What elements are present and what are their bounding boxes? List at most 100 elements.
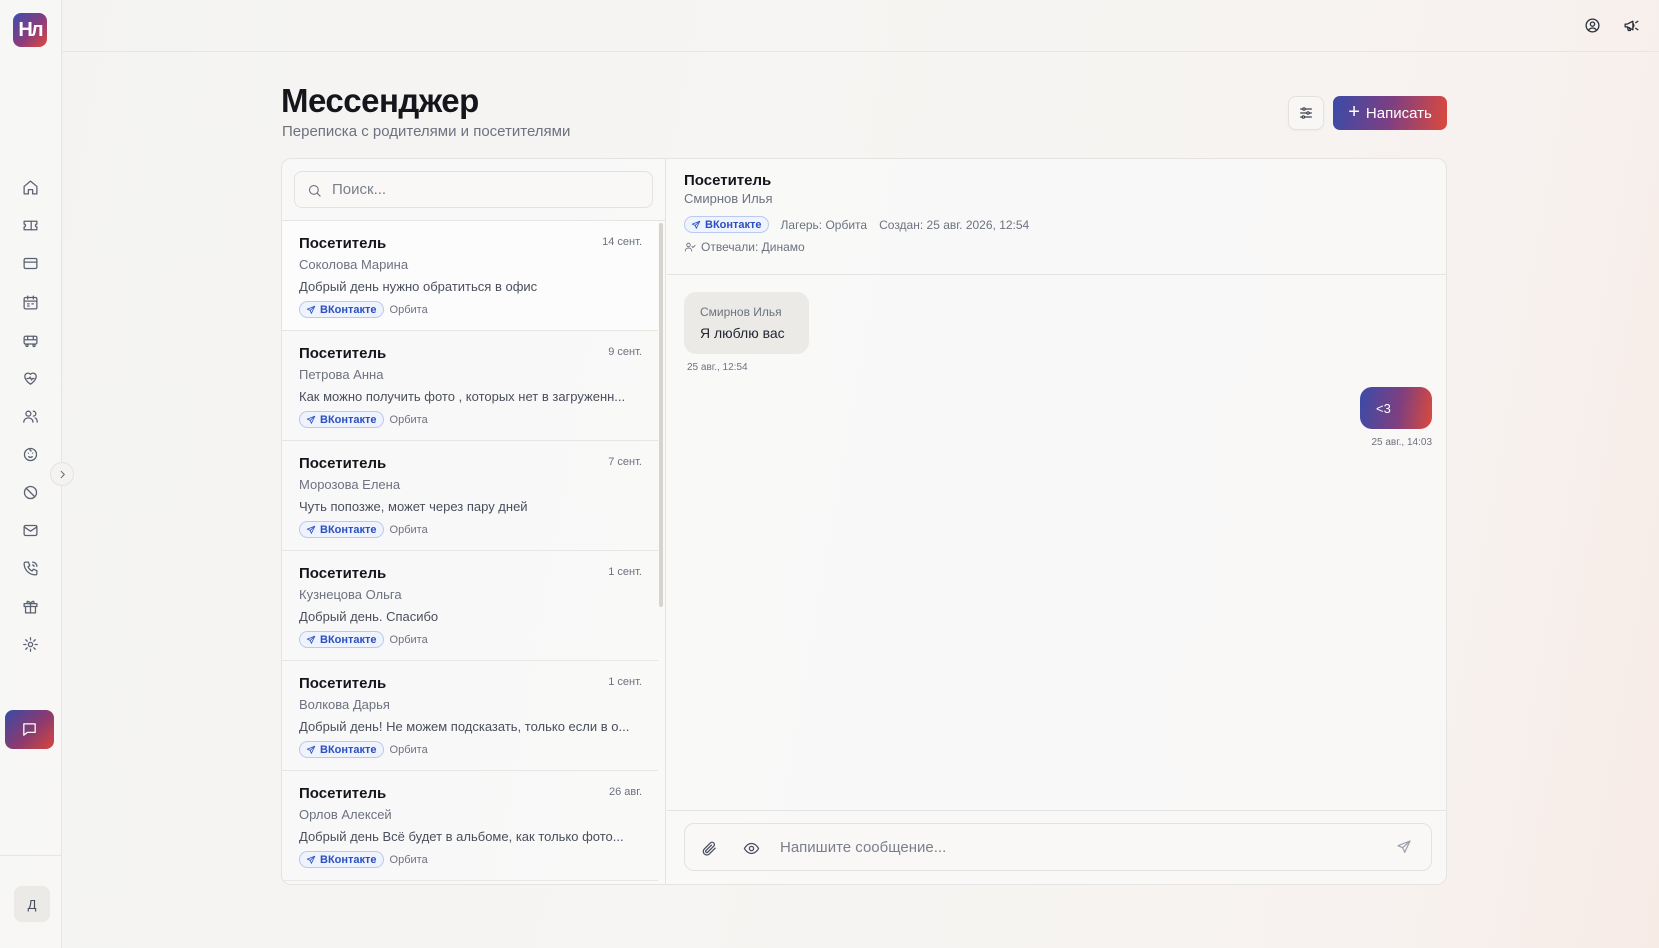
conversation-item[interactable]: Посетитель 9 сент. Петрова Анна Как можно п… [282,331,658,441]
preview-button[interactable] [741,838,761,858]
conversation-item[interactable]: Посетитель 14 сент. Соколова Марина Добрый … [282,221,658,331]
channel-label: ВКонтакте [320,523,377,536]
conversation-title: Посетитель [299,565,387,582]
eye-icon [743,842,759,854]
conversation-title: Посетитель [299,345,387,362]
megaphone-icon [1623,20,1639,31]
conversation-date: 9 сент. [608,346,642,358]
conversation-date: 1 сент. [608,676,642,688]
camp-tag: Орбита [389,853,428,866]
conversation-item[interactable]: Посетитель 26 авг. Орлов Алексей Добрый ден… [282,771,658,881]
attach-button[interactable] [699,838,719,858]
conversation-title: Посетитель [299,675,387,692]
sidebar-item-calendar[interactable] [10,282,50,322]
conversation-tags: ВКонтакте Орбита [299,851,428,868]
sidebar-item-kids[interactable] [10,434,50,474]
message-time: 25 авг., 12:54 [687,362,748,373]
mail-icon [22,524,38,536]
compose-label: Написать [1365,104,1432,122]
user-check-icon [684,242,696,252]
profile-button[interactable] [1581,14,1603,36]
calendar-icon [22,294,38,310]
conversation-date: 26 авг. [609,786,642,798]
conversation-item[interactable]: Посетитель 7 сент. Морозова Елена Чуть попо… [282,441,658,551]
users-icon [22,410,38,423]
sidebar-item-restrictions[interactable] [10,472,50,512]
sidebar-item-users[interactable] [10,396,50,436]
topbar [62,0,1659,52]
sidebar-item-payments[interactable] [10,243,50,283]
search-input[interactable] [332,172,642,207]
chevron-right-icon [60,470,65,478]
conversation-item[interactable]: Посетитель 1 сент. Кузнецова Ольга Добрый д… [282,551,658,661]
message-sender: Смирнов Илья [700,305,782,319]
send-icon [306,635,316,644]
filter-button[interactable] [1288,96,1324,130]
baby-icon [23,447,37,461]
messenger-panel: Посетитель 14 сент. Соколова Марина Добрый … [281,158,1447,885]
home-icon [22,179,38,195]
message-time: 25 авг., 14:03 [1371,437,1432,448]
sidebar: Нл Д [0,0,74,948]
channel-badge: ВКонтакте [299,741,384,758]
search-box [294,171,653,208]
app-logo[interactable]: Нл [13,13,47,47]
ban-icon [23,485,37,499]
conversation-list-column: Посетитель 14 сент. Соколова Марина Добрый … [282,159,666,884]
conversation-tags: ВКонтакте Орбита [299,631,428,648]
channel-label: ВКонтакте [320,413,377,426]
camp-tag: Орбита [389,303,428,316]
page-title: Мессенджер [281,82,479,119]
conversation-list: Посетитель 14 сент. Соколова Марина Добрый … [282,221,658,884]
sidebar-item-transport[interactable] [10,320,50,360]
camp-tag: Орбита [389,743,428,756]
sidebar-item-gifts[interactable] [10,586,50,626]
expand-sidebar-button[interactable] [50,462,74,486]
chat-camp: Лагерь: Орбита [780,217,868,232]
message-input[interactable] [780,824,1340,870]
outgoing-message: <3 [1360,387,1432,429]
send-button[interactable] [1389,833,1419,861]
conversation-title: Посетитель [299,455,387,472]
send-icon [691,220,701,229]
channel-badge: ВКонтакте [684,216,769,233]
sidebar-item-mail[interactable] [10,510,50,550]
credit-card-icon [22,257,38,269]
sidebar-item-calls[interactable] [10,548,50,588]
send-icon [306,855,316,864]
paperclip-icon [702,841,716,856]
announcements-button[interactable] [1620,14,1642,36]
plus-icon: + [1348,101,1360,123]
ticket-icon [22,220,38,230]
send-icon [306,415,316,424]
chat-responders: Отвечали: Динамо [684,240,805,254]
sidebar-item-home[interactable] [10,167,50,207]
conversation-tags: ВКонтакте Орбита [299,301,428,318]
sidebar-item-tickets[interactable] [10,205,50,245]
conversation-preview: Добрый день нужно обратиться в офис [299,279,538,294]
user-avatar[interactable]: Д [14,886,50,922]
incoming-message: Смирнов Илья Я люблю вас [684,292,809,354]
conversation-item[interactable]: Посетитель 1 сент. Волкова Дарья Добрый ден… [282,661,658,771]
page-subtitle: Переписка с родителями и посетителями [282,123,571,140]
sidebar-divider [0,855,62,856]
sidebar-item-health[interactable] [10,358,50,398]
conversation-list-scrollbar[interactable] [659,223,663,607]
search-icon [308,184,321,197]
chat-title: Посетитель [684,172,772,189]
sidebar-item-messenger[interactable] [5,710,54,749]
compose-button[interactable]: + Написать [1333,96,1447,130]
channel-label: ВКонтакте [320,303,377,316]
channel-label: ВКонтакте [320,853,377,866]
conversation-preview: Добрый день. Спасибо [299,609,439,624]
chat-column: Посетитель Смирнов Илья ВКонтакте Лагерь… [667,159,1446,884]
channel-label: ВКонтакте [320,743,377,756]
send-icon [306,305,316,314]
message-icon [23,723,36,736]
send-icon [1397,840,1411,853]
user-circle-icon [1584,17,1600,33]
camp-tag: Орбита [389,523,428,536]
channel-badge: ВКонтакте [299,851,384,868]
sidebar-item-settings[interactable] [10,624,50,664]
conversation-contact: Кузнецова Ольга [299,587,402,602]
